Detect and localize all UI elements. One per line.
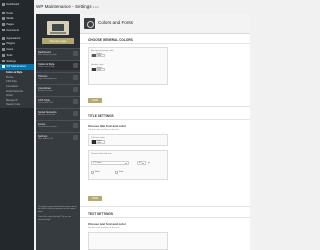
version-label: 4.0.0 xyxy=(92,6,99,9)
color-swatch xyxy=(92,67,96,71)
panel-header: Colors and Fonts xyxy=(80,14,250,34)
title-font-box: Choose font and size PT Sans 40 px Bold … xyxy=(88,150,168,180)
divider xyxy=(80,119,250,120)
media-icon xyxy=(2,17,5,21)
save-button[interactable]: SAVE xyxy=(88,196,102,202)
bold-label: Bold xyxy=(95,171,100,174)
background-color-picker[interactable]: Select Color xyxy=(91,53,105,57)
italic-label: Italic xyxy=(119,171,124,174)
save-button[interactable]: SAVE xyxy=(88,98,102,104)
logo-image xyxy=(47,21,69,35)
maintenance-icon xyxy=(2,65,5,69)
chevron-down-icon xyxy=(142,163,145,165)
pin-icon xyxy=(2,11,5,15)
divider xyxy=(80,106,250,107)
admin-sidebar: Dashboard Posts Media Pages Comments App… xyxy=(0,0,34,250)
comment-icon xyxy=(2,28,5,32)
palette-icon xyxy=(72,63,78,68)
settings-panel: Colors and Fonts CHOOSE GENERAL COLORS B… xyxy=(80,14,250,250)
size-unit: px xyxy=(148,161,151,164)
footer-icon xyxy=(72,123,78,128)
nav-item-footer[interactable]: Footer Text and links in footer xyxy=(36,120,80,130)
plugin-nav: Premium page Dashboard Main settings of p… xyxy=(36,14,80,250)
nav-item-dashboard[interactable]: Dashboard Main settings of plugin xyxy=(36,48,80,58)
text-settings-desc: Set the color and font of the text xyxy=(88,227,120,229)
color-swatch xyxy=(92,140,96,144)
nav-item-social[interactable]: Social Networks Add your social links xyxy=(36,108,80,118)
title-settings-subtitle: Choose title font and color xyxy=(88,124,126,128)
divider xyxy=(80,206,250,207)
page-title: WP Maintenance - Settings 4.0.0 xyxy=(36,4,99,9)
palette-icon xyxy=(84,18,95,29)
image-icon xyxy=(72,75,78,80)
title-font-select[interactable]: PT Sans xyxy=(91,161,129,165)
nav-item-countdown[interactable]: Countdown Activate the timer xyxy=(36,84,80,94)
text-color-box xyxy=(88,232,168,250)
dashboard-icon xyxy=(2,3,5,7)
nav-item-css[interactable]: CSS Style Your custom CSS xyxy=(36,96,80,106)
user-icon xyxy=(2,48,5,52)
gear-icon xyxy=(72,135,78,140)
panel-title: Colors and Fonts xyxy=(98,20,133,25)
nav-item-colors[interactable]: Colors & Style Colors, fonts & style xyxy=(36,60,80,70)
title-color-box: Title font color Select Color xyxy=(88,134,168,146)
general-colors-box: Background page color Select Color Heade… xyxy=(88,47,168,85)
title-color-picker[interactable]: Select Color xyxy=(91,140,105,144)
text-settings-subtitle: Choose text font and color xyxy=(88,222,127,226)
code-icon xyxy=(72,99,78,104)
submenu-item-header-code[interactable]: Header Code xyxy=(0,103,34,108)
settings-icon xyxy=(2,59,5,63)
title-settings-desc: Set the color and font of the title xyxy=(88,129,119,131)
divider xyxy=(80,43,250,44)
nav-item-pictures[interactable]: Pictures Logo and background xyxy=(36,72,80,82)
section-title-text-settings: TEXT SETTINGS xyxy=(88,212,113,216)
premium-button[interactable]: Premium page xyxy=(42,38,74,44)
plugin-logo: Premium page xyxy=(36,14,80,48)
chevron-down-icon xyxy=(125,163,128,165)
header-color-picker[interactable]: Select Color xyxy=(91,67,105,71)
title-size-select[interactable]: 40 xyxy=(137,161,146,165)
brush-icon xyxy=(2,36,5,40)
plugin-icon xyxy=(2,42,5,46)
color-swatch xyxy=(92,53,96,57)
bold-checkbox[interactable] xyxy=(91,171,94,174)
wrench-icon xyxy=(2,53,5,57)
page-icon xyxy=(2,23,5,26)
share-icon xyxy=(72,111,78,116)
clock-icon xyxy=(72,87,78,92)
divider xyxy=(80,217,250,218)
nav-footer-note: This plugin is only maintained, that mea… xyxy=(38,206,77,221)
italic-checkbox[interactable] xyxy=(115,171,118,174)
submenu: Colors & Style Picture CSS Style Countdo… xyxy=(0,69,34,108)
dashboard-icon xyxy=(72,51,78,56)
section-title-title-settings: TITLE SETTINGS xyxy=(88,114,114,118)
nav-item-settings[interactable]: Settings More options & IP xyxy=(36,132,80,142)
section-title-general-colors: CHOOSE GENERAL COLORS xyxy=(88,38,133,42)
